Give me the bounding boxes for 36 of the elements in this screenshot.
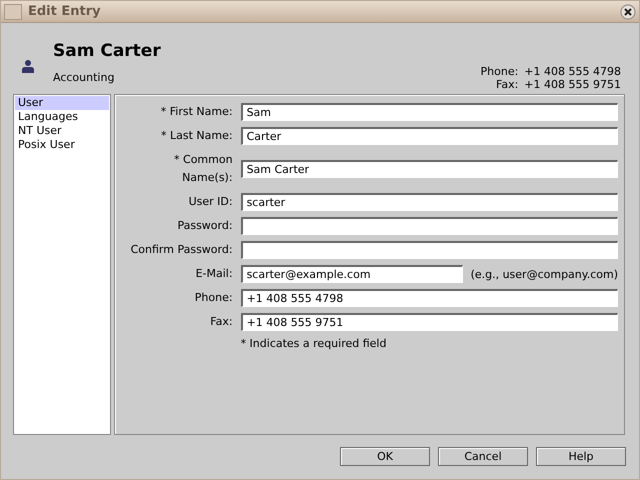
field-label: * Common Name(s): — [173, 152, 233, 186]
field-label: * Last Name: — [160, 128, 233, 144]
contact-label: Phone: — [480, 65, 518, 78]
contact-value: +1 408 555 4798 — [524, 65, 621, 78]
field-label: Password: — [176, 218, 233, 234]
input-field[interactable]: Sam Carter — [240, 160, 618, 178]
field-label: E-Mail: — [194, 266, 233, 282]
input-field[interactable] — [240, 217, 618, 235]
field-label: Confirm Password: — [130, 242, 233, 258]
entry-name: Sam Carter — [53, 40, 162, 60]
field-label: Phone: — [194, 290, 233, 306]
field-label: User ID: — [188, 194, 233, 210]
category-item[interactable]: Languages — [15, 110, 109, 124]
dialog-button[interactable]: Cancel — [438, 447, 528, 466]
contact-value: +1 408 555 9751 — [524, 78, 621, 91]
dialog-button[interactable]: OK — [340, 447, 430, 466]
input-field[interactable] — [240, 241, 618, 259]
category-item[interactable]: User — [15, 96, 109, 110]
field-label: Fax: — [209, 314, 233, 330]
input-field[interactable]: Sam — [240, 103, 618, 121]
category-item[interactable]: Posix User — [15, 138, 109, 152]
category-item[interactable]: NT User — [15, 124, 109, 138]
field-label: * First Name: — [160, 104, 233, 120]
hint-text: (e.g., user@company.com) — [470, 268, 618, 280]
input-field[interactable]: scarter@example.com — [240, 265, 463, 283]
input-field[interactable]: Carter — [240, 127, 618, 145]
required-note: * Indicates a required field — [240, 337, 388, 350]
input-field[interactable]: +1 408 555 9751 — [240, 313, 618, 331]
dialog-button[interactable]: Help — [536, 447, 626, 466]
contact-label: Fax: — [495, 78, 518, 91]
department-text: Accounting — [53, 70, 116, 84]
input-field[interactable]: scarter — [240, 193, 618, 211]
window-title: Edit Entry — [28, 4, 102, 19]
close-icon[interactable] — [620, 4, 636, 20]
input-field[interactable]: +1 408 555 4798 — [240, 289, 618, 307]
person-icon — [21, 59, 35, 73]
